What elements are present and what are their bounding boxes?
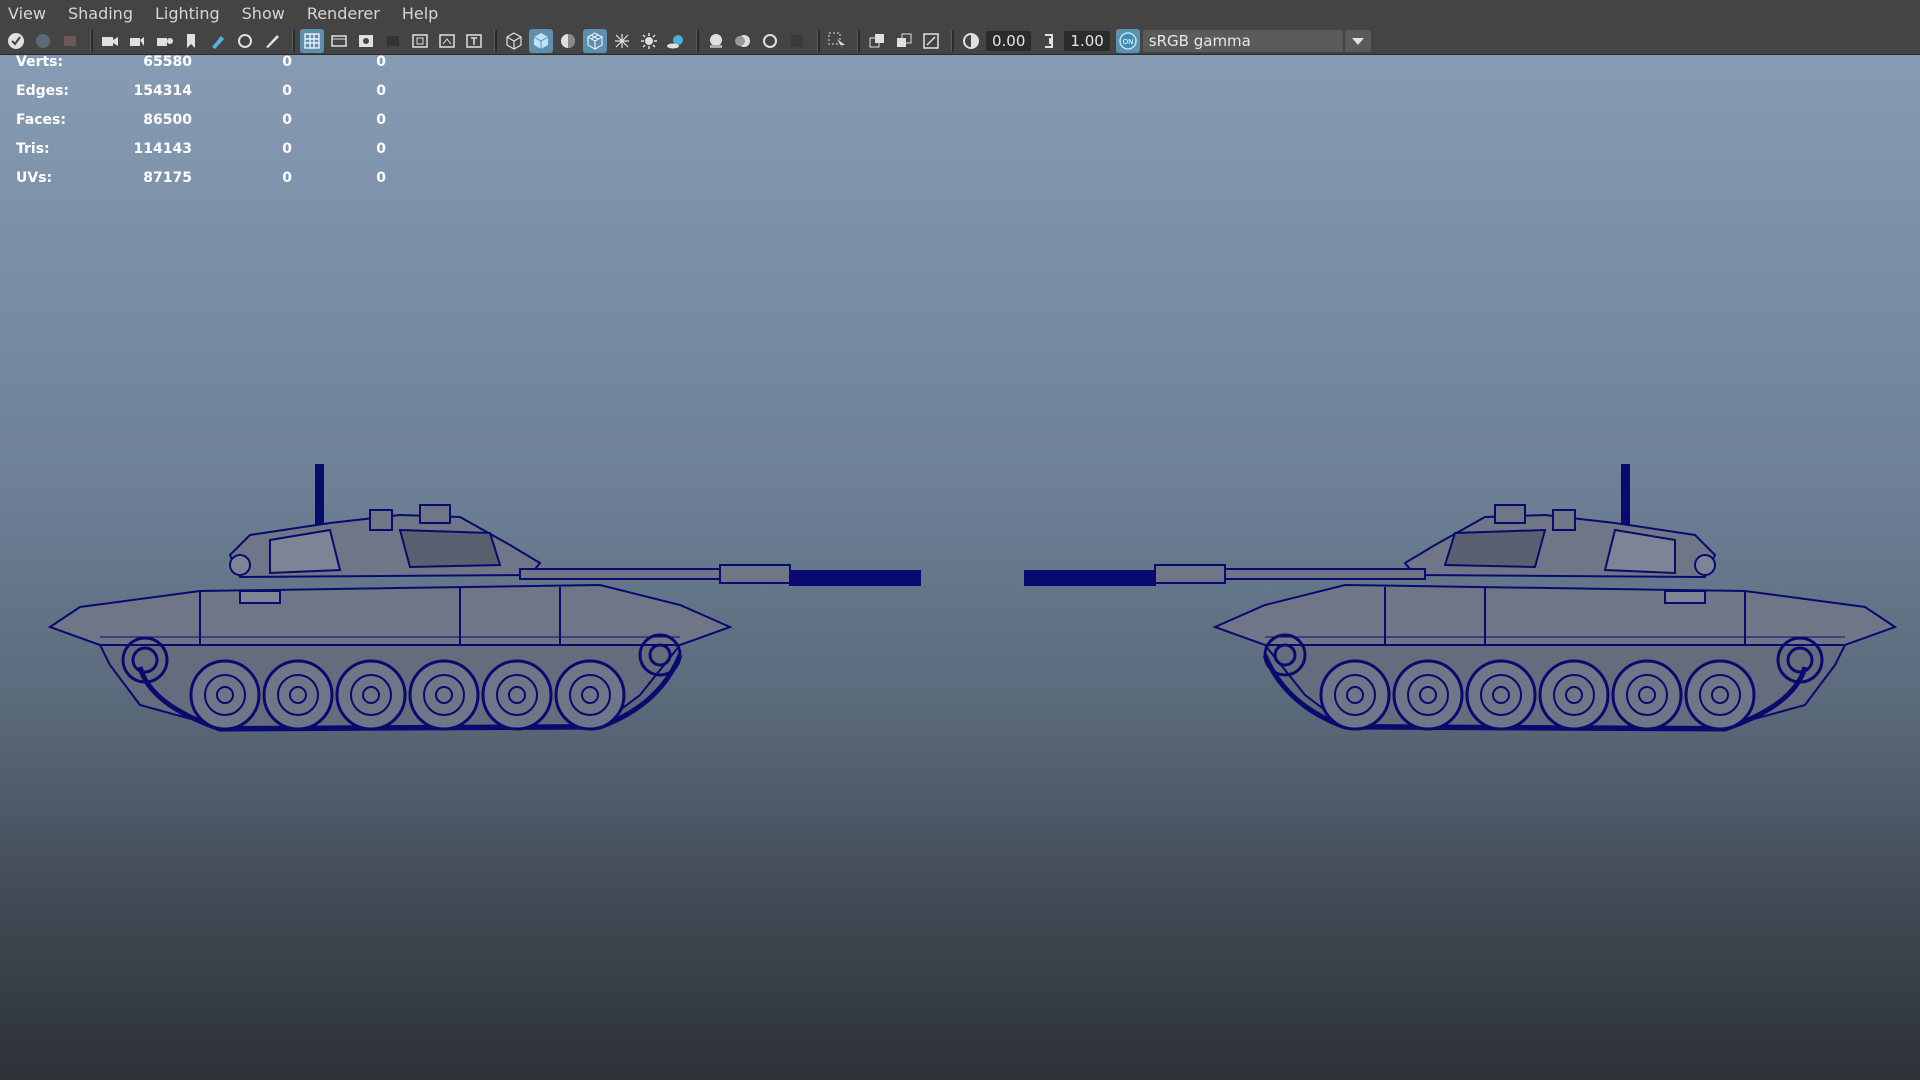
svg-text:ON: ON [1122,38,1133,46]
menu-bar: View Shading Lighting Show Renderer Help [0,0,1920,27]
color-management-icon[interactable]: ON [1115,28,1140,53]
tank-model-right[interactable] [985,405,1905,735]
menu-view[interactable]: View [8,0,46,27]
isolate-select-icon[interactable] [825,29,849,53]
shadows-icon[interactable] [664,29,688,53]
lock-camera-icon[interactable] [31,29,55,53]
toolbar-divider [817,29,820,52]
lights-icon[interactable] [637,29,661,53]
menu-renderer[interactable]: Renderer [307,0,380,27]
toolbar-divider [90,29,93,52]
exposure-icon[interactable] [959,29,983,53]
panel-toolbar: 0.00 1.00 ON sRGB gamma [0,27,1920,55]
depth-of-field-icon[interactable] [785,29,809,53]
safe-action-icon[interactable] [435,29,459,53]
gate-mask-icon[interactable] [381,29,405,53]
field-chart-icon[interactable] [408,29,432,53]
bookmark-icon[interactable] [179,29,203,53]
toolbar-divider [696,29,699,52]
xray-joints-icon[interactable] [865,29,889,53]
camera-attributes-icon[interactable] [58,29,82,53]
chevron-down-icon[interactable] [1344,29,1371,52]
motion-blur-icon[interactable] [731,29,755,53]
safe-title-icon[interactable] [462,29,486,53]
camera-move-icon[interactable] [125,29,149,53]
default-material-icon[interactable] [556,29,580,53]
3d-viewport[interactable] [0,55,1920,1080]
resolution-gate-icon[interactable] [354,29,378,53]
gamma-icon[interactable] [1037,29,1061,53]
ambient-occlusion-icon[interactable] [704,29,728,53]
camera-track-icon[interactable] [152,29,176,53]
gamma-field[interactable]: 1.00 [1064,30,1110,51]
grease-pencil-icon[interactable] [206,29,230,53]
tank-model-left[interactable] [40,405,960,735]
view-transform-select[interactable]: sRGB gamma [1142,29,1343,52]
menu-show[interactable]: Show [242,0,285,27]
grid-icon[interactable] [300,28,324,53]
toolbar-divider [292,29,295,52]
backface-culling-icon[interactable] [919,29,943,53]
wireframe-on-shaded-icon[interactable] [583,28,607,53]
menu-shading[interactable]: Shading [68,0,133,27]
toolbar-divider [494,29,497,52]
xray-active-components-icon[interactable] [892,29,916,53]
menu-lighting[interactable]: Lighting [155,0,220,27]
anti-aliasing-icon[interactable] [758,29,782,53]
toolbar-divider [951,29,954,52]
toolbar-divider [857,29,860,52]
paint-icon[interactable] [260,29,284,53]
exposure-field[interactable]: 0.00 [986,30,1032,51]
camera-icon[interactable] [98,29,122,53]
smooth-shade-cube-icon[interactable] [529,28,553,53]
wireframe-cube-icon[interactable] [502,29,526,53]
xray-icon[interactable] [610,29,634,53]
film-gate-icon[interactable] [327,29,351,53]
image-plane-icon[interactable] [233,29,257,53]
menu-help[interactable]: Help [402,0,438,27]
select-camera-icon[interactable] [4,29,28,53]
